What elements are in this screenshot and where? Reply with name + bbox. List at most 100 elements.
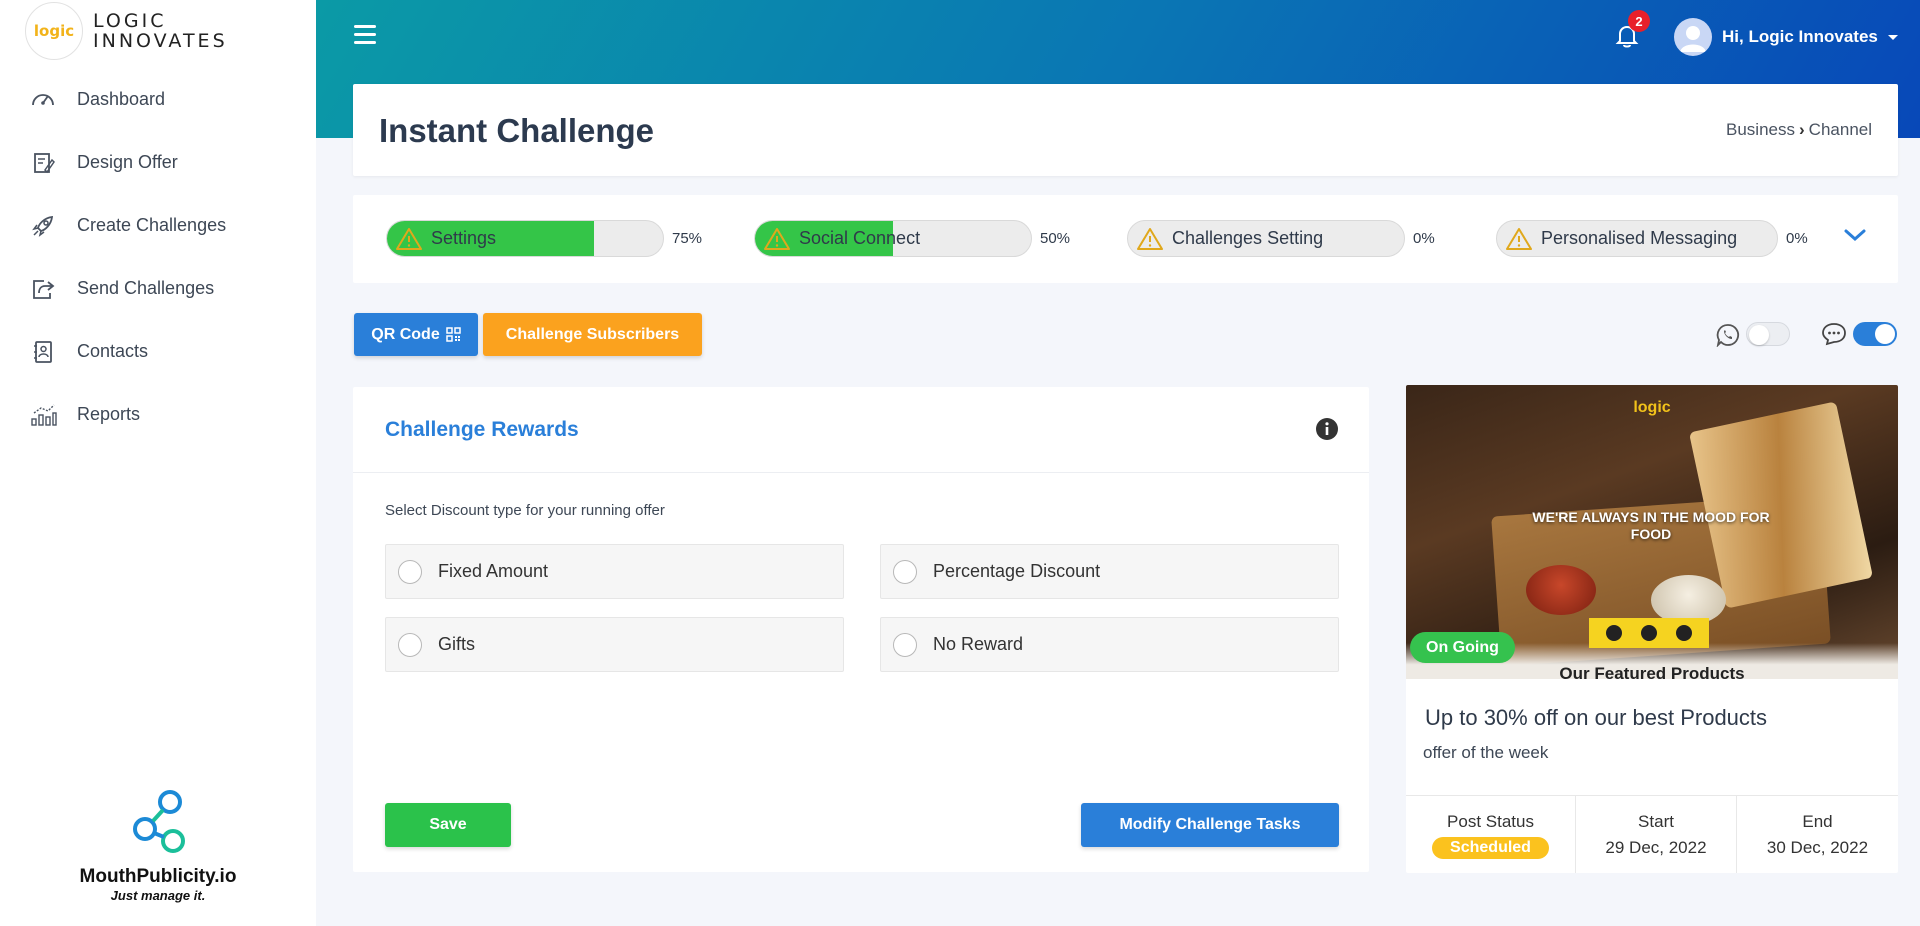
sidebar-item-label: Reports: [77, 404, 141, 424]
radio-button[interactable]: [893, 632, 917, 657]
hamburger-menu-icon[interactable]: [354, 25, 376, 45]
chevron-right-icon: ›: [1799, 120, 1805, 139]
post-status-label: Post Status: [1447, 812, 1534, 831]
setup-progress-card: Settings 75% Social Connect 50% Challeng…: [353, 195, 1898, 283]
share-icon: [28, 274, 58, 304]
whatsapp-toggle[interactable]: [1746, 322, 1790, 346]
progress-social-connect[interactable]: Social Connect 50%: [754, 220, 1070, 257]
brand-name: LOGIC INNOVATES: [93, 11, 228, 51]
progress-personalised-messaging[interactable]: Personalised Messaging 0%: [1496, 220, 1808, 257]
end-value: 30 Dec, 2022: [1766, 838, 1869, 857]
page-title: Instant Challenge: [379, 112, 655, 149]
avatar: [1674, 18, 1712, 56]
progress-settings[interactable]: Settings 75%: [386, 220, 702, 257]
warning-icon: [1506, 227, 1532, 250]
qr-code-button-label: QR Code: [371, 325, 440, 343]
start-date: Start 29 Dec, 2022: [1576, 796, 1737, 873]
qr-code-icon: [445, 327, 461, 342]
progress-percent: 0%: [1786, 230, 1808, 247]
progress-bar: Social Connect: [754, 220, 1032, 257]
mouthpublicity-logo[interactable]: MouthPublicity.io Just manage it.: [60, 785, 256, 903]
info-icon[interactable]: [1315, 417, 1339, 441]
mouthpublicity-name: MouthPublicity.io: [79, 866, 237, 887]
start-label: Start: [1638, 812, 1674, 831]
radio-button[interactable]: [398, 559, 422, 584]
notification-count-badge: 2: [1628, 10, 1650, 32]
rewards-subtitle: Select Discount type for your running of…: [385, 502, 665, 519]
option-gifts[interactable]: Gifts: [385, 617, 844, 672]
breadcrumb-item-channel: Channel: [1808, 120, 1872, 139]
offer-image-slogan: WE'RE ALWAYS IN THE MOOD FOR FOOD: [1532, 509, 1770, 542]
option-percentage-discount[interactable]: Percentage Discount: [880, 544, 1339, 599]
sidebar-nav: Dashboard Design Offer Create Challenges…: [0, 68, 316, 446]
chevron-down-icon[interactable]: [1843, 227, 1867, 243]
sidebar-item-create-challenges[interactable]: Create Challenges: [0, 194, 316, 257]
brand[interactable]: logic LOGIC INNOVATES: [25, 2, 228, 60]
progress-challenges-setting[interactable]: Challenges Setting 0%: [1127, 220, 1435, 257]
user-menu[interactable]: Hi, Logic Innovates: [1674, 18, 1898, 56]
sidebar-item-label: Send Challenges: [77, 278, 215, 298]
sidebar-item-reports[interactable]: Reports: [0, 383, 316, 446]
progress-bar: Challenges Setting: [1127, 220, 1405, 257]
radio-button[interactable]: [398, 632, 422, 657]
sidebar-item-label: Contacts: [77, 341, 149, 361]
option-label: Percentage Discount: [933, 561, 1101, 581]
save-button[interactable]: Save: [385, 803, 511, 847]
sidebar-item-dashboard[interactable]: Dashboard: [0, 68, 316, 131]
contact-book-icon: [28, 337, 58, 367]
offer-title: Up to 30% off on our best Products: [1425, 705, 1768, 730]
progress-percent: 50%: [1040, 230, 1071, 247]
speedometer-icon: [28, 85, 58, 115]
breadcrumb-item-business[interactable]: Business: [1726, 120, 1795, 140]
radio-button[interactable]: [893, 559, 917, 584]
rocket-icon: [28, 211, 58, 241]
offer-preview-card[interactable]: logic WE'RE ALWAYS IN THE MOOD FOR FOOD …: [1406, 385, 1898, 873]
warning-icon: [1137, 227, 1163, 250]
page-header-card: Instant Challenge Business › Channel: [353, 84, 1898, 176]
challenge-subscribers-button[interactable]: Challenge Subscribers: [483, 313, 702, 356]
qr-code-button[interactable]: QR Code: [354, 313, 478, 356]
brand-name-line2: INNOVATES: [93, 30, 228, 52]
status-badge: On Going: [1410, 632, 1515, 663]
rewards-card-header: Challenge Rewards: [353, 387, 1369, 473]
progress-label: Personalised Messaging: [1541, 228, 1738, 248]
sidebar-item-label: Create Challenges: [77, 215, 227, 235]
mouthpublicity-mark-icon: [133, 790, 185, 853]
warning-icon: [396, 227, 422, 250]
user-greeting: Hi, Logic Innovates: [1722, 27, 1878, 46]
breadcrumb: Business › Channel: [1726, 120, 1872, 140]
challenge-rewards-card: Challenge Rewards Select Discount type f…: [353, 387, 1369, 872]
modify-challenge-tasks-button[interactable]: Modify Challenge Tasks: [1081, 803, 1339, 847]
mouthpublicity-tagline: Just manage it.: [110, 888, 206, 903]
whatsapp-icon: [1716, 324, 1740, 347]
offer-image-contact-strip: [1589, 618, 1709, 648]
progress-label: Challenges Setting: [1172, 228, 1324, 248]
sms-toggle[interactable]: [1853, 322, 1897, 346]
offer-image: logic WE'RE ALWAYS IN THE MOOD FOR FOOD …: [1406, 385, 1898, 679]
sidebar: logic LOGIC INNOVATES Dashboard Design O…: [0, 0, 316, 926]
option-no-reward[interactable]: No Reward: [880, 617, 1339, 672]
rewards-title: Challenge Rewards: [385, 418, 579, 441]
sidebar-item-design-offer[interactable]: Design Offer: [0, 131, 316, 194]
post-status: Post Status Scheduled: [1406, 796, 1576, 873]
scheduled-badge: Scheduled: [1432, 837, 1549, 859]
toggle-knob: [1875, 324, 1895, 344]
option-label: Gifts: [438, 634, 476, 654]
option-fixed-amount[interactable]: Fixed Amount: [385, 544, 844, 599]
sidebar-item-contacts[interactable]: Contacts: [0, 320, 316, 383]
toggle-knob: [1749, 325, 1769, 345]
design-icon: [28, 148, 58, 178]
option-label: Fixed Amount: [438, 561, 549, 581]
brand-name-line1: LOGIC: [93, 10, 167, 32]
phone-icon: [1606, 625, 1623, 641]
progress-bar: Personalised Messaging: [1496, 220, 1778, 257]
offer-subtitle: offer of the week: [1423, 743, 1549, 762]
progress-percent: 75%: [672, 230, 703, 247]
offer-image-featured: Our Featured Products: [1559, 664, 1745, 679]
sidebar-item-label: Dashboard: [77, 89, 166, 109]
reports-chart-icon: [28, 400, 58, 430]
sidebar-item-send-challenges[interactable]: Send Challenges: [0, 257, 316, 320]
progress-bar: Settings: [386, 220, 664, 257]
sidebar-item-label: Design Offer: [77, 152, 178, 172]
progress-percent: 0%: [1413, 230, 1435, 247]
